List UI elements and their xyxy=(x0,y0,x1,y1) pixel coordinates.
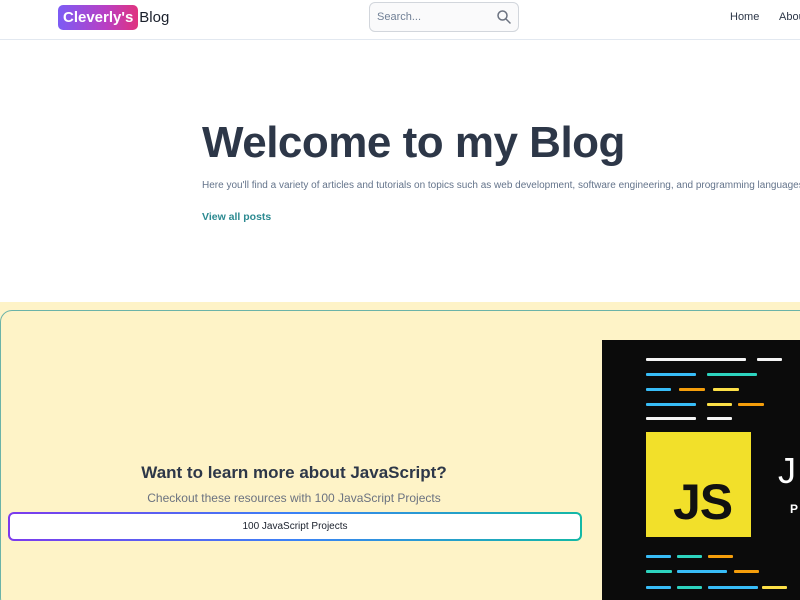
promo-heading: Want to learn more about JavaScript? xyxy=(141,463,447,482)
nav-link-home[interactable]: Home xyxy=(730,11,759,23)
code-line xyxy=(707,403,732,406)
javascript-logo: JS xyxy=(646,432,751,537)
code-line xyxy=(646,555,671,558)
hero-description: Here you'll find a variety of articles a… xyxy=(202,180,800,191)
search-box xyxy=(369,2,519,32)
cover-subtitle-letter: P xyxy=(790,502,799,516)
nav-link-about[interactable]: About xyxy=(779,11,800,23)
javascript-projects-button[interactable]: 100 JavaScript Projects xyxy=(8,512,582,541)
code-line xyxy=(677,570,727,573)
code-line xyxy=(646,570,672,573)
logo-text: Blog xyxy=(139,8,170,26)
code-line xyxy=(707,373,757,376)
logo-badge: Cleverly's xyxy=(58,4,139,30)
code-line xyxy=(707,417,732,420)
code-line xyxy=(677,586,702,589)
code-line xyxy=(646,403,696,406)
javascript-cover-image[interactable]: JS J P xyxy=(602,340,800,600)
site-logo[interactable]: Cleverly's Blog xyxy=(58,4,169,30)
code-line xyxy=(646,358,746,361)
search-input[interactable] xyxy=(370,3,490,31)
code-line xyxy=(713,388,739,391)
code-line xyxy=(762,586,787,589)
code-line xyxy=(646,373,696,376)
cover-title-letter: J xyxy=(778,450,796,491)
hero-title: Welcome to my Blog xyxy=(202,118,625,167)
code-line xyxy=(757,358,782,361)
code-line xyxy=(679,388,705,391)
search-icon[interactable] xyxy=(496,9,512,25)
javascript-logo-text: JS xyxy=(673,474,733,530)
view-all-posts-link[interactable]: View all posts xyxy=(202,211,271,223)
code-line xyxy=(646,417,696,420)
code-line xyxy=(708,586,758,589)
code-line xyxy=(734,570,759,573)
code-line xyxy=(646,586,671,589)
site-header: Cleverly's Blog Home About xyxy=(0,0,800,40)
code-line xyxy=(738,403,764,406)
promo-subheading: Checkout these resources with 100 JavaSc… xyxy=(147,491,441,505)
code-line xyxy=(646,388,671,391)
code-line xyxy=(677,555,702,558)
code-line xyxy=(708,555,733,558)
